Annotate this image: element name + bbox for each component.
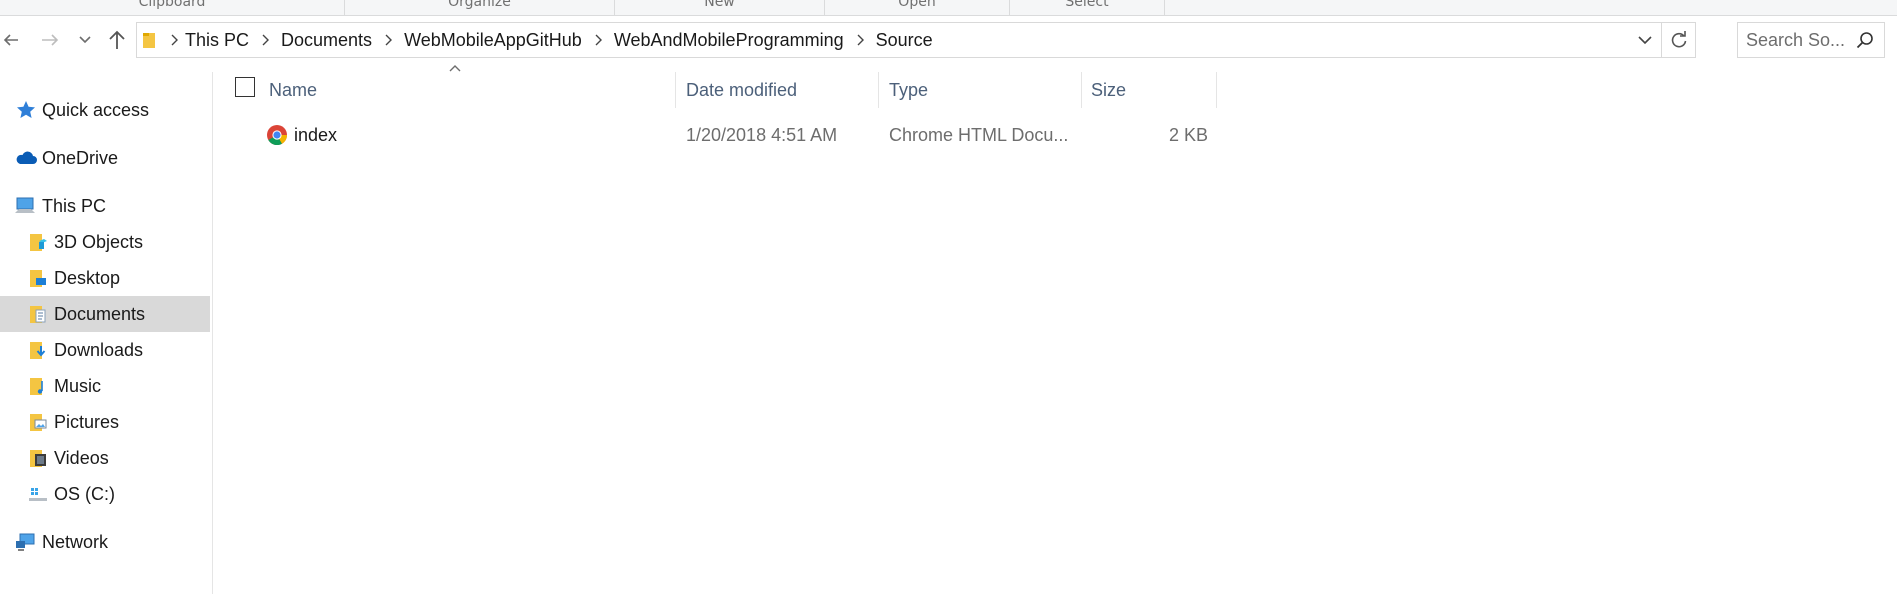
chrome-icon — [267, 125, 288, 146]
sidebar-item-label: Downloads — [54, 339, 144, 360]
sidebar-item-network[interactable]: Network — [0, 524, 210, 560]
sidebar-item-label: 3D Objects — [54, 231, 144, 252]
chevron-down-icon — [1638, 35, 1652, 44]
sidebar-item-downloads[interactable]: Downloads — [0, 332, 210, 368]
sidebar-item-label: Music — [54, 375, 102, 396]
ribbon-group-label: New — [704, 0, 735, 10]
breadcrumb-webmobileappgithub[interactable]: WebMobileAppGitHub — [404, 30, 582, 51]
sidebar-item-label: Network — [42, 531, 109, 552]
sidebar-item-label: Pictures — [54, 411, 120, 432]
ribbon-group-label: Select — [1065, 0, 1109, 10]
sidebar-item-quick-access[interactable]: Quick access — [0, 92, 210, 128]
breadcrumb-source[interactable]: Source — [876, 30, 933, 51]
column-divider[interactable] — [675, 72, 676, 108]
chevron-right-icon[interactable] — [582, 34, 614, 46]
sidebar-item-documents[interactable]: Documents — [0, 296, 210, 332]
sort-ascending-icon — [449, 65, 461, 72]
sidebar-item-onedrive[interactable]: OneDrive — [0, 140, 210, 176]
network-icon — [14, 530, 38, 554]
file-name-cell[interactable]: index — [266, 116, 337, 154]
column-header-type[interactable]: Type — [889, 72, 1079, 108]
back-button[interactable] — [0, 20, 22, 60]
sidebar-item-label: OS (C:) — [54, 483, 115, 504]
forward-button[interactable] — [34, 20, 66, 60]
folder-videos-icon — [26, 446, 50, 470]
ribbon-group-label: Organize — [448, 0, 511, 10]
breadcrumb-documents[interactable]: Documents — [281, 30, 372, 51]
sidebar-item-label: OneDrive — [42, 147, 119, 168]
chevron-right-icon[interactable] — [372, 34, 404, 46]
sidebar-item-os-c[interactable]: OS (C:) — [0, 476, 210, 512]
column-label: Size — [1091, 79, 1127, 100]
file-type: Chrome HTML Docu... — [889, 124, 1069, 145]
column-label: Name — [269, 79, 318, 100]
ribbon-group-labels: Clipboard Organize New Open Select — [0, 0, 1897, 16]
file-name: index — [294, 124, 338, 145]
column-divider[interactable] — [1081, 72, 1082, 108]
drive-icon — [26, 482, 50, 506]
ribbon-group-organize: Organize — [345, 0, 615, 16]
forward-arrow-icon — [42, 34, 59, 46]
computer-icon — [14, 194, 38, 218]
navigation-pane: Quick access OneDrive This PC 3D Objects… — [0, 72, 213, 594]
cloud-icon — [14, 146, 38, 170]
ribbon-group-label: Open — [898, 0, 936, 10]
sidebar-item-label: Videos — [54, 447, 109, 468]
column-label: Date modified — [686, 79, 798, 100]
breadcrumb-webandmobileprogramming[interactable]: WebAndMobileProgramming — [614, 30, 844, 51]
folder-icon — [137, 31, 163, 49]
sidebar-item-label: This PC — [42, 195, 107, 216]
column-header-size[interactable]: Size — [1091, 72, 1211, 108]
chevron-right-icon[interactable] — [163, 34, 185, 46]
search-box[interactable] — [1737, 22, 1885, 58]
column-divider[interactable] — [1216, 72, 1217, 108]
star-icon — [14, 98, 38, 122]
column-header-name[interactable]: Name — [269, 65, 689, 108]
ribbon-group-open: Open — [825, 0, 1010, 16]
refresh-icon — [1671, 31, 1686, 48]
column-label: Type — [889, 79, 929, 100]
ribbon-group-label: Clipboard — [138, 0, 206, 10]
file-date-modified: 1/20/2018 4:51 AM — [686, 124, 838, 145]
file-size: 2 KB — [1168, 124, 1208, 145]
ribbon-group-select: Select — [1010, 0, 1165, 16]
ribbon-group-clipboard: Clipboard — [0, 0, 345, 16]
up-arrow-icon — [109, 30, 125, 49]
chevron-right-icon[interactable] — [249, 34, 281, 46]
breadcrumb-this-pc[interactable]: This PC — [185, 30, 249, 51]
ribbon-group-new: New — [615, 0, 825, 16]
navigation-bar: This PC Documents WebMobileAppGitHub Web… — [0, 20, 1897, 60]
folder-documents-icon — [26, 302, 50, 326]
folder-music-icon — [26, 374, 50, 398]
recent-locations-button[interactable] — [74, 20, 96, 60]
sidebar-item-videos[interactable]: Videos — [0, 440, 210, 476]
back-arrow-icon — [3, 34, 18, 46]
sidebar-item-this-pc[interactable]: This PC — [0, 188, 210, 224]
sidebar-item-label: Documents — [54, 303, 146, 324]
address-dropdown-button[interactable] — [1633, 23, 1657, 57]
sidebar-item-3d-objects[interactable]: 3D Objects — [0, 224, 210, 260]
folder-desktop-icon — [26, 266, 50, 290]
sidebar-item-music[interactable]: Music — [0, 368, 210, 404]
sidebar-item-pictures[interactable]: Pictures — [0, 404, 210, 440]
file-list: Name Date modified Type Size index 1/20/… — [214, 65, 1897, 594]
chevron-right-icon[interactable] — [844, 34, 876, 46]
search-icon[interactable] — [1856, 31, 1874, 49]
column-header-date-modified[interactable]: Date modified — [686, 72, 876, 108]
folder-downloads-icon — [26, 338, 50, 362]
sidebar-item-desktop[interactable]: Desktop — [0, 260, 210, 296]
select-all-checkbox[interactable] — [235, 77, 255, 97]
sidebar-item-label: Desktop — [54, 267, 121, 288]
chevron-down-icon — [79, 36, 91, 44]
search-input[interactable] — [1746, 29, 1856, 51]
file-row[interactable]: index 1/20/2018 4:51 AM Chrome HTML Docu… — [214, 116, 1214, 154]
address-bar[interactable]: This PC Documents WebMobileAppGitHub Web… — [136, 22, 1696, 58]
folder-pictures-icon — [26, 410, 50, 434]
sidebar-item-label: Quick access — [42, 99, 150, 120]
up-button[interactable] — [104, 20, 130, 60]
folder-3d-icon — [26, 230, 50, 254]
refresh-button[interactable] — [1661, 23, 1695, 57]
column-divider[interactable] — [878, 72, 879, 108]
